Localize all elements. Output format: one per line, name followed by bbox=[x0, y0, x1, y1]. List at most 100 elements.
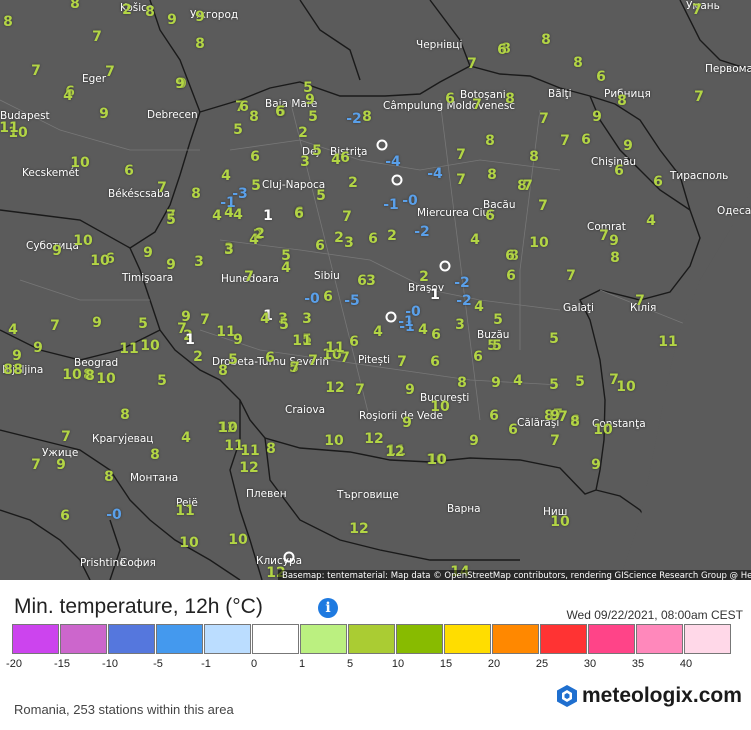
station-value[interactable]: 4 bbox=[8, 322, 18, 338]
station-value[interactable]: -0 bbox=[106, 507, 122, 523]
station-value[interactable]: 7 bbox=[397, 354, 407, 370]
station-value[interactable]: 7 bbox=[599, 228, 609, 244]
station-value[interactable]: 4 bbox=[221, 168, 231, 184]
station-value[interactable]: 7 bbox=[50, 318, 60, 334]
station-value[interactable]: 7 bbox=[31, 63, 41, 79]
station-value[interactable]: 9 bbox=[550, 408, 560, 424]
station-value[interactable]: 9 bbox=[166, 257, 176, 273]
station-value[interactable]: 5 bbox=[575, 374, 585, 390]
station-value[interactable]: 4 bbox=[212, 208, 222, 224]
station-value[interactable]: 7 bbox=[456, 172, 466, 188]
station-value[interactable]: 4 bbox=[63, 88, 73, 104]
station-value[interactable]: 8 bbox=[487, 167, 497, 183]
station-value[interactable]: 1 bbox=[185, 332, 195, 348]
station-marker-zero[interactable] bbox=[439, 260, 451, 272]
station-value[interactable]: 7 bbox=[472, 97, 482, 113]
station-value[interactable]: 12 bbox=[385, 444, 404, 460]
station-value[interactable]: -1 bbox=[383, 197, 399, 213]
station-value[interactable]: 3 bbox=[455, 317, 465, 333]
station-value[interactable]: 9 bbox=[33, 340, 43, 356]
station-value[interactable]: 10 bbox=[593, 422, 612, 438]
station-value[interactable]: 3 bbox=[224, 242, 234, 258]
station-value[interactable]: 8 bbox=[529, 149, 539, 165]
station-value[interactable]: 6 bbox=[596, 69, 606, 85]
station-value[interactable]: 5 bbox=[492, 338, 502, 354]
station-value[interactable]: 9 bbox=[92, 315, 102, 331]
station-value[interactable]: 7 bbox=[157, 180, 167, 196]
station-value[interactable]: 9 bbox=[233, 332, 243, 348]
station-value[interactable]: 9 bbox=[99, 106, 109, 122]
station-value[interactable]: 7 bbox=[467, 56, 477, 72]
station-value[interactable]: 9 bbox=[469, 433, 479, 449]
station-value[interactable]: -2 bbox=[454, 275, 470, 291]
station-value[interactable]: 10 bbox=[616, 379, 635, 395]
station-value[interactable]: 10 bbox=[90, 253, 109, 269]
station-value[interactable]: 3 bbox=[300, 154, 310, 170]
station-value[interactable]: 6 bbox=[506, 268, 516, 284]
station-value[interactable]: 9 bbox=[56, 457, 66, 473]
station-value[interactable]: 8 bbox=[195, 36, 205, 52]
station-value[interactable]: 8 bbox=[218, 363, 228, 379]
station-value[interactable]: 5 bbox=[138, 316, 148, 332]
station-marker-zero[interactable] bbox=[385, 311, 397, 323]
station-value[interactable]: 6 bbox=[60, 508, 70, 524]
station-value[interactable]: 10 bbox=[140, 338, 159, 354]
station-value[interactable]: 8 bbox=[362, 109, 372, 125]
station-value[interactable]: 7 bbox=[308, 353, 318, 369]
station-value[interactable]: 6 bbox=[239, 99, 249, 115]
station-value[interactable]: 8 bbox=[3, 14, 13, 30]
station-value[interactable]: -0 bbox=[304, 291, 320, 307]
station-value[interactable]: 5 bbox=[166, 212, 176, 228]
station-value[interactable]: 10 bbox=[529, 235, 548, 251]
station-value[interactable]: 6 bbox=[349, 334, 359, 350]
station-value[interactable]: 7 bbox=[31, 457, 41, 473]
station-value[interactable]: 8 bbox=[457, 375, 467, 391]
station-value[interactable]: -2 bbox=[456, 293, 472, 309]
station-value[interactable]: 6 bbox=[485, 208, 495, 224]
station-value[interactable]: 10 bbox=[427, 452, 446, 468]
station-value[interactable]: 10 bbox=[228, 532, 247, 548]
station-value[interactable]: 11 bbox=[325, 340, 344, 356]
station-value[interactable]: 5 bbox=[279, 317, 289, 333]
station-value[interactable]: 6 bbox=[265, 350, 275, 366]
station-value[interactable]: 2 bbox=[193, 349, 203, 365]
station-value[interactable]: 8 bbox=[541, 32, 551, 48]
station-value[interactable]: 1 bbox=[263, 208, 273, 224]
station-value[interactable]: 6 bbox=[315, 238, 325, 254]
station-value[interactable]: 3 bbox=[302, 311, 312, 327]
station-value[interactable]: 6 bbox=[124, 163, 134, 179]
station-value[interactable]: -4 bbox=[427, 166, 443, 182]
station-value[interactable]: 5 bbox=[316, 188, 326, 204]
station-value[interactable]: -4 bbox=[385, 154, 401, 170]
station-value[interactable]: 7 bbox=[560, 133, 570, 149]
station-value[interactable]: 7 bbox=[456, 147, 466, 163]
station-value[interactable]: 2 bbox=[122, 2, 132, 18]
station-value[interactable]: 11 bbox=[0, 120, 19, 136]
station-value[interactable]: 2 bbox=[348, 175, 358, 191]
station-value[interactable]: -5 bbox=[344, 293, 360, 309]
station-value[interactable]: 10 bbox=[73, 233, 92, 249]
station-value[interactable]: 11 bbox=[292, 333, 311, 349]
station-value[interactable]: 9 bbox=[175, 76, 185, 92]
station-value[interactable]: 7 bbox=[342, 209, 352, 225]
station-value[interactable]: 12 bbox=[325, 380, 344, 396]
station-value[interactable]: 12 bbox=[349, 521, 368, 537]
station-value[interactable]: 6 bbox=[581, 132, 591, 148]
station-value[interactable]: 8 bbox=[85, 368, 95, 384]
station-value[interactable]: 3 bbox=[344, 235, 354, 251]
station-value[interactable]: 1 bbox=[430, 287, 440, 303]
station-value[interactable]: 6 bbox=[508, 422, 518, 438]
station-value[interactable]: 9 bbox=[402, 415, 412, 431]
station-value[interactable]: 6 bbox=[368, 231, 378, 247]
station-value[interactable]: 8 bbox=[266, 441, 276, 457]
station-value[interactable]: 8 bbox=[104, 469, 114, 485]
station-value[interactable]: 8 bbox=[249, 109, 259, 125]
station-value[interactable]: -1 bbox=[398, 314, 414, 330]
station-value[interactable]: 11 bbox=[175, 503, 194, 519]
station-value[interactable]: 4 bbox=[470, 232, 480, 248]
station-value[interactable]: 6 bbox=[275, 104, 285, 120]
station-value[interactable]: 2 bbox=[255, 226, 265, 242]
station-value[interactable]: -2 bbox=[346, 111, 362, 127]
station-value[interactable]: 4 bbox=[281, 260, 291, 276]
station-value[interactable]: 2 bbox=[419, 269, 429, 285]
